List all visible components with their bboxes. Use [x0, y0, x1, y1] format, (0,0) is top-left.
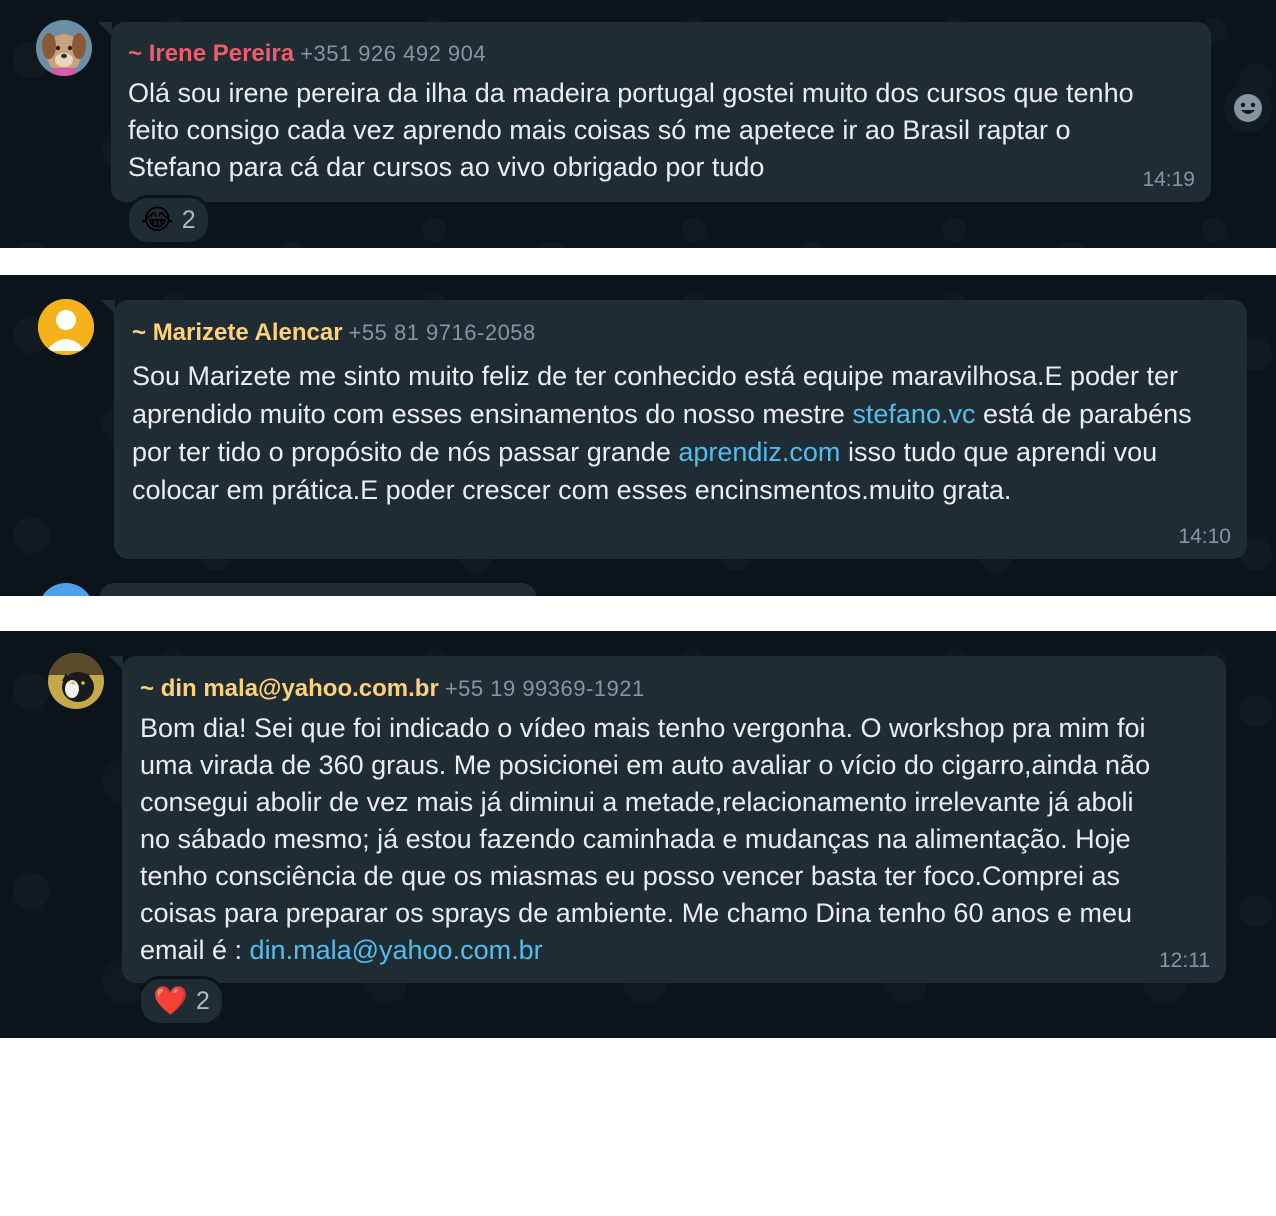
chat-panel-2: ~ Marizete Alencar +55 81 9716-2058 Sou M…: [0, 275, 1276, 596]
message-line: feito consigo cada vez aprendo mais cois…: [128, 115, 1071, 145]
message-line: Bom dia! Sei que foi indicado o vídeo ma…: [140, 713, 1146, 743]
bubble-tail: [109, 656, 123, 670]
message-line: Stefano para cá dar cursos ao vivo obrig…: [128, 152, 765, 182]
message-line: uma virada de 360 graus. Me posicionei e…: [140, 750, 1151, 780]
message-text-part: email é :: [140, 935, 250, 965]
message-bubble: [100, 583, 536, 596]
sender-phone: +55 19 99369-1921: [444, 676, 645, 701]
sender-line: ~ Irene Pereira +351 926 492 904: [128, 39, 1195, 69]
message-line: coisas para preparar os sprays de ambien…: [140, 898, 1133, 928]
bubble-tail: [98, 22, 112, 36]
smiley-face-icon: [1234, 94, 1262, 122]
avatar[interactable]: [38, 299, 94, 355]
sender-line: ~ din mala@yahoo.com.br +55 19 99369-1921: [140, 674, 1210, 704]
message-time: 14:10: [1178, 525, 1231, 548]
reaction-count: 2: [195, 986, 210, 1015]
message-line: tenho consciência de que os miasmas eu p…: [140, 861, 1121, 891]
message-time: 14:19: [1142, 168, 1195, 191]
reaction-badge[interactable]: 😂 2: [126, 195, 211, 245]
default-user-avatar-icon: [38, 299, 94, 355]
message-line: consegui abolir de vez mais já diminui a…: [140, 787, 1134, 817]
email-link[interactable]: din.mala@yahoo.com.br: [250, 935, 543, 965]
sender-phone: +55 81 9716-2058: [348, 320, 536, 345]
react-button[interactable]: [1224, 84, 1272, 132]
sender-phone: +351 926 492 904: [300, 41, 487, 66]
sender-name[interactable]: ~ Marizete Alencar: [132, 319, 343, 346]
reaction-badge[interactable]: ❤️ 2: [138, 976, 225, 1026]
message-text: Sou Marizete me sinto muito feliz de ter…: [132, 357, 1232, 509]
message-line: email é : din.mala@yahoo.com.br: [140, 932, 1210, 969]
message-bubble[interactable]: ~ Marizete Alencar +55 81 9716-2058 Sou M…: [114, 300, 1247, 559]
laughing-emoji-icon: 😂: [141, 204, 174, 235]
message-bubble[interactable]: ~ din mala@yahoo.com.br +55 19 99369-1921…: [122, 656, 1226, 983]
message-line: no sábado mesmo; já estou fazendo caminh…: [140, 824, 1131, 854]
chat-panel-1: ~ Irene Pereira +351 926 492 904 Olá sou …: [0, 0, 1276, 248]
sender-line: ~ Marizete Alencar +55 81 9716-2058: [132, 318, 1229, 348]
avatar[interactable]: [48, 653, 104, 709]
message-line: Olá sou irene pereira da ilha da madeira…: [128, 78, 1134, 108]
sender-name[interactable]: ~ Irene Pereira: [128, 40, 294, 67]
avatar[interactable]: [36, 20, 92, 76]
dog-photo-avatar-icon: [36, 20, 92, 76]
message-link[interactable]: aprendiz.com: [678, 437, 840, 467]
message-time: 12:11: [1159, 949, 1210, 972]
avatar: [38, 583, 94, 596]
cat-photo-avatar-icon: [48, 653, 104, 709]
red-heart-emoji-icon: ❤️: [153, 985, 188, 1016]
bubble-tail: [101, 300, 115, 314]
message-bubble[interactable]: ~ Irene Pereira +351 926 492 904 Olá sou …: [111, 22, 1211, 202]
sender-name[interactable]: ~ din mala@yahoo.com.br: [140, 675, 439, 702]
reaction-count: 2: [181, 205, 196, 234]
message-link[interactable]: stefano.vc: [852, 399, 975, 429]
message-text: Olá sou irene pereira da ilha da madeira…: [128, 75, 1195, 186]
message-text: Bom dia! Sei que foi indicado o vídeo ma…: [140, 710, 1210, 969]
chat-panel-3: ~ din mala@yahoo.com.br +55 19 99369-1921…: [0, 631, 1276, 1038]
